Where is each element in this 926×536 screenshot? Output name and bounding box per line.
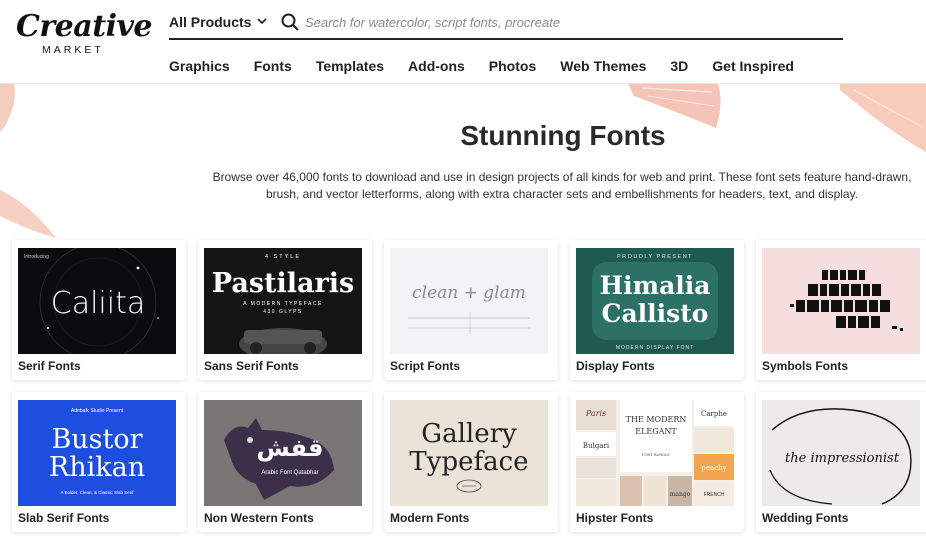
- brush-stroke-left: [0, 190, 56, 238]
- category-label: Sans Serif Fonts: [204, 359, 299, 373]
- product-category-dropdown[interactable]: All Products: [169, 14, 251, 30]
- category-thumbnail: [762, 248, 920, 354]
- category-thumbnail: 4 STYLE Pastilaris A MODERN TYPEFACE 430…: [204, 248, 362, 354]
- nav-item-add-ons[interactable]: Add-ons: [408, 58, 465, 74]
- category-card-symbols[interactable]: Symbols Fonts: [756, 240, 926, 380]
- nav-item-photos[interactable]: Photos: [489, 58, 536, 74]
- search-input[interactable]: [305, 12, 825, 32]
- slab-serif-preview-title-1: Bustor: [51, 424, 142, 455]
- category-label: Symbols Fonts: [762, 359, 849, 373]
- category-card-sans-serif[interactable]: 4 STYLE Pastilaris A MODERN TYPEFACE 430…: [198, 240, 372, 380]
- slab-serif-preview-image: Adebaik Studio Present Bustor Rhikan A B…: [18, 400, 176, 506]
- nav-item-get-inspired[interactable]: Get Inspired: [712, 58, 794, 74]
- category-thumbnail: Adebaik Studio Present Bustor Rhikan A B…: [18, 400, 176, 506]
- wedding-preview-title: the impressionist: [785, 451, 900, 466]
- category-thumbnail: Introducing Caliita: [18, 248, 176, 354]
- category-thumbnail: قفش Arabic Font Qatabhar: [204, 400, 362, 506]
- script-preview-title: clean + glam: [412, 283, 526, 303]
- script-preview-image: clean + glam: [390, 248, 548, 354]
- serif-preview-title: Caliita: [51, 286, 145, 321]
- category-card-display[interactable]: PROUDLY PRESENT Himalia Callisto MODERN …: [570, 240, 744, 380]
- serif-preview-top: Introducing: [24, 254, 49, 260]
- category-thumbnail: Gallery Typeface: [390, 400, 548, 506]
- modern-preview-image: Gallery Typeface: [390, 400, 548, 506]
- display-preview-image: PROUDLY PRESENT Himalia Callisto MODERN …: [576, 248, 734, 354]
- display-preview-top: PROUDLY PRESENT: [617, 254, 693, 260]
- category-thumbnail: clean + glam: [390, 248, 548, 354]
- category-label: Display Fonts: [576, 359, 655, 373]
- nav-item-graphics[interactable]: Graphics: [169, 58, 230, 74]
- search-bar: All Products: [169, 6, 843, 40]
- wedding-preview-image: the impressionist: [762, 400, 920, 506]
- hipster-preview-t3: FONT BUNDLE: [642, 452, 670, 457]
- logo-wordmark: Creative: [16, 9, 152, 44]
- category-thumbnail: PROUDLY PRESENT Himalia Callisto MODERN …: [576, 248, 734, 354]
- top-header: Creative MARKET All Products Graphics Fo…: [0, 0, 926, 84]
- category-thumbnail: the impressionist: [762, 400, 920, 506]
- sans-serif-preview-sub: A MODERN TYPEFACE: [243, 301, 323, 307]
- hipster-preview-t4: Carphe: [701, 410, 727, 418]
- hipster-preview-t9: FRENCH: [704, 492, 725, 498]
- hipster-preview-t8: mango: [670, 491, 691, 498]
- creative-market-logo[interactable]: Creative MARKET: [16, 10, 152, 58]
- page-title: Stunning Fonts: [460, 120, 666, 151]
- category-label: Non Western Fonts: [204, 511, 314, 525]
- category-label: Script Fonts: [390, 359, 461, 373]
- search-icon[interactable]: [281, 13, 299, 31]
- page-description: Browse over 46,000 fonts to download and…: [212, 170, 912, 201]
- slab-serif-preview-sub: A Bolder, Clean, & Classic Slab Serif: [60, 490, 134, 495]
- main-nav: Graphics Fonts Templates Add-ons Photos …: [169, 58, 818, 74]
- symbols-preview-image: [762, 248, 920, 354]
- nav-item-3d[interactable]: 3D: [670, 58, 688, 74]
- hipster-preview-image: THE MODERN ELEGANT FONT BUNDLE Carphe Pa…: [576, 400, 734, 506]
- slab-serif-preview-title-2: Rhikan: [49, 452, 145, 483]
- modern-preview-title-2: Typeface: [409, 447, 528, 477]
- category-label: Slab Serif Fonts: [18, 511, 110, 525]
- category-card-hipster[interactable]: THE MODERN ELEGANT FONT BUNDLE Carphe Pa…: [570, 392, 744, 532]
- display-preview-title-1: Himalia: [600, 271, 711, 300]
- slab-serif-preview-top: Adebaik Studio Present: [71, 408, 124, 414]
- display-preview-title-2: Callisto: [602, 299, 709, 328]
- display-preview-sub: MODERN DISPLAY FONT: [616, 345, 694, 351]
- sans-serif-preview-top: 4 STYLE: [265, 254, 301, 260]
- category-card-slab-serif[interactable]: Adebaik Studio Present Bustor Rhikan A B…: [12, 392, 186, 532]
- category-card-script[interactable]: clean + glam Script Fonts: [384, 240, 558, 380]
- category-thumbnail: THE MODERN ELEGANT FONT BUNDLE Carphe Pa…: [576, 400, 734, 506]
- serif-preview-image: Introducing Caliita: [18, 248, 176, 354]
- non-western-preview-sub: Arabic Font Qatabhar: [261, 470, 318, 476]
- hipster-preview-t6: Bulgari: [583, 442, 610, 450]
- non-western-preview-image: قفش Arabic Font Qatabhar: [204, 400, 362, 506]
- category-label: Serif Fonts: [18, 359, 81, 373]
- hipster-preview-t7: peachy: [701, 464, 726, 472]
- hipster-preview-t1: THE MODERN: [626, 415, 687, 424]
- category-label: Wedding Fonts: [762, 511, 849, 525]
- nav-item-templates[interactable]: Templates: [316, 58, 384, 74]
- modern-preview-title-1: Gallery: [421, 419, 517, 449]
- sans-serif-preview-title: Pastilaris: [212, 268, 354, 299]
- category-label: Modern Fonts: [390, 511, 470, 525]
- category-card-modern[interactable]: Gallery Typeface Modern Fonts: [384, 392, 558, 532]
- logo-subtext: MARKET: [42, 44, 104, 56]
- category-card-non-western[interactable]: قفش Arabic Font Qatabhar Non Western Fon…: [198, 392, 372, 532]
- svg-text:قفش: قفش: [257, 434, 324, 462]
- chevron-down-icon[interactable]: [257, 16, 267, 26]
- category-card-serif[interactable]: Introducing Caliita Serif Fonts: [12, 240, 186, 380]
- nav-item-web-themes[interactable]: Web Themes: [560, 58, 646, 74]
- hipster-preview-t5: Paris: [585, 409, 606, 418]
- sans-serif-preview-image: 4 STYLE Pastilaris A MODERN TYPEFACE 430…: [204, 248, 362, 354]
- nav-item-fonts[interactable]: Fonts: [254, 58, 292, 74]
- hipster-preview-t2: ELEGANT: [635, 427, 677, 436]
- sans-serif-preview-sub2: 430 GLYPS: [263, 309, 303, 315]
- category-card-wedding[interactable]: the impressionist Wedding Fonts: [756, 392, 926, 532]
- category-label: Hipster Fonts: [576, 511, 654, 525]
